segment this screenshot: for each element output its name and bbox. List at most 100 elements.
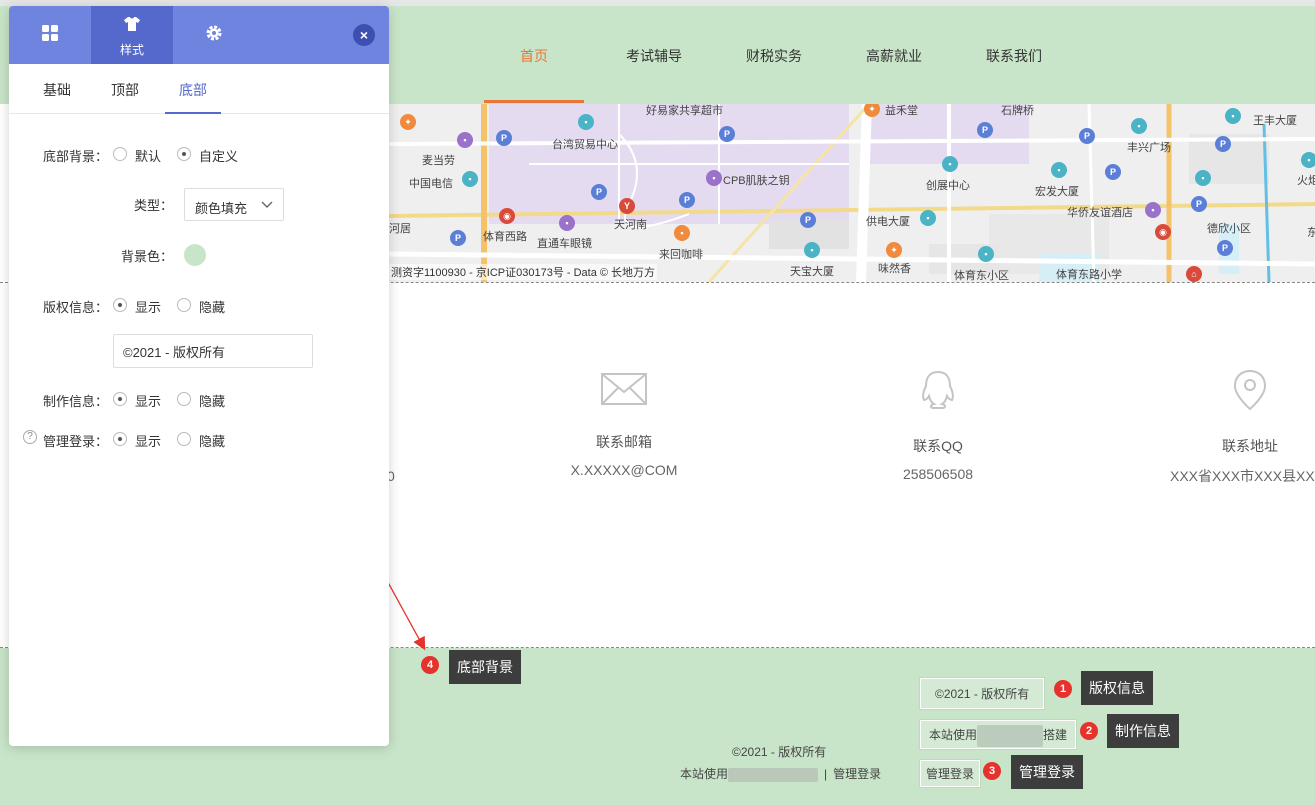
panel-tab-bar: 样式 × — [9, 6, 389, 64]
contact-address-value: XXX省XXX市XXX县XXX — [1170, 468, 1315, 484]
restaurant-pin-icon: ✦ — [886, 242, 902, 258]
copyright-show-radio[interactable] — [113, 298, 127, 312]
nav-high-salary-jobs[interactable]: 高薪就业 — [866, 46, 922, 66]
map-label: 天河南 — [614, 219, 647, 231]
blurred-text — [728, 767, 819, 782]
made-by-hide-text: 隐藏 — [199, 394, 226, 409]
contact-qq-title: 联系QQ — [913, 438, 963, 454]
parking-pin-icon: P — [591, 184, 607, 200]
parking-pin-icon: P — [800, 212, 816, 228]
footer-bg-custom-radio[interactable] — [177, 147, 191, 161]
contact-email-value: X.XXXXX@COM — [570, 462, 678, 478]
grid-icon — [42, 25, 58, 41]
map-label: 供电大厦 — [866, 216, 910, 228]
building-pin-icon: ▪ — [1301, 152, 1315, 168]
annotation-badge-1: 1 — [1054, 680, 1072, 698]
copyright-preview-chip[interactable]: ©2021 - 版权所有 — [920, 678, 1045, 709]
map-label: 益禾堂 — [885, 105, 918, 117]
type-label: 类型： — [134, 198, 174, 213]
admin-login-label: 管理登录： — [43, 434, 109, 449]
bg-color-swatch[interactable] — [184, 244, 206, 266]
map[interactable]: 好易家共享超市 益禾堂 石牌桥 王丰大厦 台湾贸易中心 丰兴广场 麦当劳 中国电… — [389, 104, 1315, 282]
map-label: 天宝大厦 — [790, 266, 834, 278]
atm-pin-icon: ▪ — [1195, 170, 1211, 186]
restaurant-pin-icon: ✦ — [400, 114, 416, 130]
map-label: 东 — [1307, 227, 1315, 239]
footer-bg-default-radio[interactable] — [113, 147, 127, 161]
map-label: 王丰大厦 — [1253, 115, 1297, 127]
map-label: 创展中心 — [926, 180, 970, 192]
blurred-text — [977, 724, 1044, 747]
contact-address-title: 联系地址 — [1222, 438, 1278, 454]
map-label: 台湾贸易中心 — [552, 139, 618, 151]
nav-home[interactable]: 首页 — [520, 46, 548, 66]
map-label: 麦当劳 — [422, 155, 455, 167]
copyright-hide-radio[interactable] — [177, 298, 191, 312]
chevron-down-icon — [261, 201, 273, 208]
made-by-hide-radio[interactable] — [177, 392, 191, 406]
nav-contact-us[interactable]: 联系我们 — [986, 46, 1042, 66]
nav-tax-practice[interactable]: 财税实务 — [746, 46, 802, 66]
hotel-pin-icon: ▪ — [1145, 202, 1161, 218]
subtab-footer[interactable]: 底部 — [179, 80, 207, 100]
annotation-tip-admin-login: 管理登录 — [1011, 755, 1083, 789]
tab-settings[interactable] — [173, 6, 255, 64]
tab-style[interactable]: 样式 — [91, 6, 173, 64]
footer-style-editor-panel: 样式 × 基础 顶部 底部 底部背景： 默认 自定义 类型： 颜色填充 背景色：… — [9, 6, 389, 746]
tab-modules[interactable] — [9, 6, 91, 64]
parking-pin-icon: P — [496, 130, 512, 146]
chip-text: ©2021 - 版权所有 — [935, 687, 1030, 701]
metro-pin-icon: ◉ — [499, 208, 515, 224]
annotation-badge-4: 4 — [421, 656, 439, 674]
mail-icon — [601, 373, 647, 405]
map-label: 石牌桥 — [1001, 105, 1034, 117]
contact-email-title: 联系邮箱 — [596, 434, 652, 450]
map-label: CPB肌肤之钥 — [723, 175, 790, 187]
footer-bg-custom-text: 自定义 — [199, 149, 239, 164]
help-icon[interactable]: ? — [23, 430, 37, 444]
subtab-basic[interactable]: 基础 — [43, 80, 71, 100]
building-pin-icon: ▪ — [462, 171, 478, 187]
gear-icon — [206, 25, 222, 41]
parking-pin-icon: P — [679, 192, 695, 208]
shirt-icon — [124, 17, 140, 31]
parking-pin-icon: P — [1215, 136, 1231, 152]
map-label: 直通车眼镜 — [537, 238, 592, 250]
building-pin-icon: ▪ — [942, 156, 958, 172]
panel-subtabs: 基础 顶部 底部 — [9, 64, 389, 114]
footer-made-by-prefix: 本站使用 — [680, 767, 729, 781]
shop-pin-icon: ▪ — [559, 215, 575, 231]
building-pin-icon: ▪ — [920, 210, 936, 226]
footer-admin-login-link[interactable]: 管理登录 — [833, 767, 881, 781]
map-label: 好易家共享超市 — [646, 105, 723, 117]
map-label: 宏发大厦 — [1035, 186, 1079, 198]
close-panel-button[interactable]: × — [353, 24, 375, 46]
admin-login-preview-chip[interactable]: 管理登录 — [920, 760, 981, 787]
building-pin-icon: ▪ — [978, 246, 994, 262]
cafe-pin-icon: ▪ — [674, 225, 690, 241]
subtab-header[interactable]: 顶部 — [111, 80, 139, 100]
fill-type-select[interactable]: 颜色填充 — [184, 188, 284, 221]
made-by-show-radio[interactable] — [113, 392, 127, 406]
tab-style-label: 样式 — [119, 43, 144, 57]
admin-login-show-radio[interactable] — [113, 432, 127, 446]
annotation-tip-copyright: 版权信息 — [1081, 671, 1153, 705]
admin-login-hide-radio[interactable] — [177, 432, 191, 446]
chip-text: 管理登录 — [926, 767, 975, 781]
map-copyright: 测资字1100930 - 京ICP证030173号 - Data © 长地万方 — [389, 264, 658, 280]
made-by-preview-chip[interactable]: 本站使用 搭建 — [920, 720, 1077, 749]
map-label: 味然香 — [878, 263, 911, 275]
metro-pin-icon: Y — [619, 198, 635, 214]
fill-type-value: 颜色填充 — [195, 201, 248, 216]
contact-qq: 联系QQ 258506508 — [838, 368, 1038, 482]
map-label: 体育西路 — [483, 231, 527, 243]
copyright-text-input[interactable] — [113, 334, 313, 368]
bg-color-label: 背景色： — [121, 249, 174, 264]
footer-bg-default-text: 默认 — [135, 149, 162, 164]
chip-suffix: 搭建 — [1043, 728, 1068, 742]
annotation-badge-3: 3 — [983, 762, 1001, 780]
nav-exam-coaching[interactable]: 考试辅导 — [626, 46, 682, 66]
copyright-hide-text: 隐藏 — [199, 300, 226, 315]
contact-email: 联系邮箱 X.XXXXX@COM — [524, 368, 724, 478]
footer-separator: | — [824, 767, 828, 781]
